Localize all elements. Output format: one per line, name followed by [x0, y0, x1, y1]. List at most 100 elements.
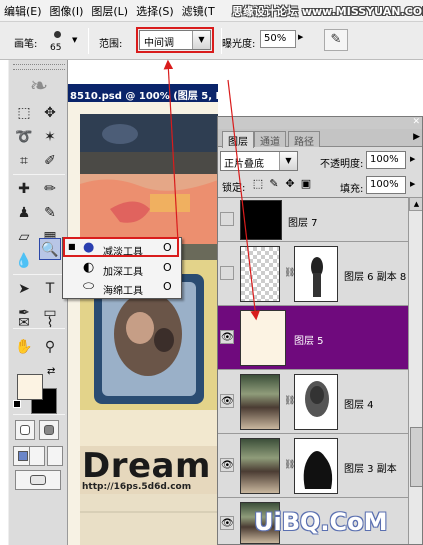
brush-tip-icon — [54, 31, 61, 38]
flyout-item-label: 加深工具 — [103, 267, 143, 278]
canvas-url: http://16ps.5d6d.com — [82, 482, 192, 492]
document-title-bar[interactable]: 8510.psd @ 100% (图层 5, RGB/8) — [68, 84, 218, 102]
layer-list: 图层 7 ⛓ 图层 6 副本 8 👁 图层 5 👁 ⛓ 图层 4 👁 ⛓ 图层 … — [218, 197, 408, 544]
layer-row[interactable]: 👁 ⛓ 图层 4 — [218, 370, 408, 434]
jump-to-imageready-button[interactable] — [15, 470, 61, 490]
quick-mask-button[interactable] — [39, 420, 59, 440]
flyout-item-burn[interactable]: ◐ 加深工具 O — [63, 260, 181, 278]
layer-mask-thumbnail — [294, 438, 338, 494]
opacity-input[interactable]: 100% — [366, 151, 406, 169]
crop-tool-icon[interactable]: ⌗ — [13, 150, 35, 172]
layer-thumbnail — [240, 374, 280, 430]
eye-icon[interactable]: 👁 — [220, 330, 234, 344]
visibility-toggle[interactable] — [220, 266, 234, 280]
exposure-input[interactable]: 50% — [260, 30, 296, 48]
history-brush-tool-icon[interactable]: ✎ — [39, 202, 61, 224]
screen-mode-icon — [18, 451, 28, 461]
tab-layers[interactable]: 图层 — [222, 131, 254, 148]
brush-preset-picker[interactable]: 65 — [47, 28, 69, 56]
clone-stamp-tool-icon[interactable]: ♟ — [13, 202, 35, 224]
feather-logo-icon: ❧ — [29, 74, 49, 99]
blur-tool-icon[interactable]: 💧 — [13, 250, 35, 272]
opacity-slider-icon[interactable]: ▶ — [410, 155, 415, 163]
hand-tool-icon[interactable]: ✋ — [13, 336, 35, 358]
flyout-item-sponge[interactable]: ⬭ 海绵工具 O — [63, 279, 181, 297]
fill-slider-icon[interactable]: ▶ — [410, 180, 415, 188]
magic-wand-tool-icon[interactable]: ✶ — [39, 126, 61, 148]
menu-filter[interactable]: 滤镜(T — [178, 3, 219, 19]
menu-layer[interactable]: 图层(L) — [87, 3, 132, 19]
toolbox: ❧ ⬚ ✥ ➰ ✶ ⌗ ✐ ✚ ✏ ♟ ✎ ▱ ▦ 💧 🔍 ➤ T ✒ ▭ ✉ … — [8, 60, 68, 545]
eye-icon[interactable]: 👁 — [220, 458, 234, 472]
layer-name: 图层 6 副本 8 — [344, 272, 407, 283]
tab-paths[interactable]: 路径 — [288, 131, 320, 148]
eye-icon[interactable]: 👁 — [220, 516, 234, 530]
type-tool-icon[interactable]: T — [39, 278, 61, 300]
toolbox-divider — [13, 414, 65, 415]
flyout-item-label: 海绵工具 — [103, 286, 143, 297]
healing-brush-tool-icon[interactable]: ✚ — [13, 178, 35, 200]
brush-tool-icon[interactable]: ✏ — [39, 178, 61, 200]
foreground-color-swatch[interactable] — [17, 374, 43, 400]
layer-scrollbar[interactable]: ▲ — [408, 197, 422, 544]
eye-icon[interactable]: 👁 — [220, 394, 234, 408]
brush-dropdown-icon[interactable]: ▼ — [72, 36, 77, 44]
layer-thumbnail — [240, 200, 282, 240]
lock-position-icon[interactable]: ✥ — [284, 178, 296, 190]
layers-panel: ✕ 图层 通道 路径 ▶ 正片叠底 ▼ 不透明度: 100% ▶ 锁定: ⬚ ✎… — [217, 116, 423, 545]
layer-mask-thumbnail — [294, 246, 338, 302]
layer-row[interactable]: ⛓ 图层 6 副本 8 — [218, 242, 408, 306]
airbrush-icon[interactable]: ✎ — [324, 29, 348, 51]
exposure-slider-icon[interactable]: ▶ — [298, 33, 303, 41]
menu-select[interactable]: 选择(S) — [132, 3, 178, 19]
slice-tool-icon[interactable]: ✐ — [39, 150, 61, 172]
notes-tool-icon[interactable]: ✉ — [13, 312, 35, 334]
scroll-thumb[interactable] — [410, 427, 422, 487]
eraser-tool-icon[interactable]: ▱ — [13, 226, 35, 248]
swap-colors-icon[interactable]: ⇄ — [47, 366, 55, 377]
default-colors-icon[interactable] — [13, 400, 21, 408]
lock-all-icon[interactable]: ▣ — [300, 178, 312, 190]
visibility-toggle[interactable] — [220, 212, 234, 226]
screen-mode-full-menu-button[interactable] — [29, 446, 45, 466]
lasso-tool-icon[interactable]: ➰ — [13, 126, 35, 148]
burn-icon: ◐ — [83, 260, 95, 275]
fill-input[interactable]: 100% — [366, 176, 406, 194]
path-selection-tool-icon[interactable]: ➤ — [13, 278, 35, 300]
layer-row-selected[interactable]: 👁 图层 5 — [218, 306, 408, 370]
toolbox-divider — [13, 174, 65, 175]
menu-edit[interactable]: 编辑(E) — [0, 3, 46, 19]
move-tool-icon[interactable]: ✥ — [39, 102, 61, 124]
dodge-annotation-box — [63, 237, 179, 257]
panel-title-bar[interactable]: ✕ — [218, 117, 422, 129]
close-icon[interactable]: ✕ — [412, 117, 420, 127]
tab-channels[interactable]: 通道 — [254, 131, 286, 148]
mask-shape — [311, 257, 323, 297]
lock-image-icon[interactable]: ✎ — [268, 178, 280, 190]
panel-menu-icon[interactable]: ▶ — [413, 132, 420, 142]
range-label: 范围: — [99, 39, 123, 50]
chevron-down-icon[interactable]: ▼ — [279, 152, 297, 170]
zoom-tool-icon[interactable]: ⚲ — [39, 336, 61, 358]
screen-mode-full-button[interactable] — [47, 446, 63, 466]
fill-label: 填充: — [340, 184, 364, 195]
image-canvas[interactable]: Dream http://16ps.5d6d.com — [80, 114, 218, 545]
layer-row[interactable]: 👁 ⛓ 图层 3 副本 — [218, 434, 408, 498]
scroll-up-icon[interactable]: ▲ — [409, 197, 422, 211]
lock-transparent-icon[interactable]: ⬚ — [252, 178, 264, 190]
dodge-tool-icon[interactable]: 🔍 — [39, 238, 61, 260]
toolbox-divider — [13, 274, 65, 275]
imageready-icon — [30, 475, 46, 485]
menu-image[interactable]: 图像(I) — [46, 3, 88, 19]
toolbox-grip[interactable] — [13, 64, 65, 70]
blend-mode-select[interactable]: 正片叠底 ▼ — [220, 151, 298, 171]
menu-watermark-text: 思缘设计论坛 www.MISSYUAN.COM 最好的PS论坛bbs.16xx8… — [232, 5, 423, 18]
standard-mode-button[interactable] — [15, 420, 35, 440]
layer-thumbnail — [240, 438, 280, 494]
layer-row[interactable]: 图层 7 — [218, 198, 408, 242]
eyedropper-tool-icon[interactable]: ⌇ — [39, 312, 61, 334]
marquee-tool-icon[interactable]: ⬚ — [13, 102, 35, 124]
flyout-item-shortcut: O — [163, 261, 172, 274]
blend-mode-value: 正片叠底 — [224, 159, 264, 170]
flyout-item-shortcut: O — [163, 280, 172, 293]
